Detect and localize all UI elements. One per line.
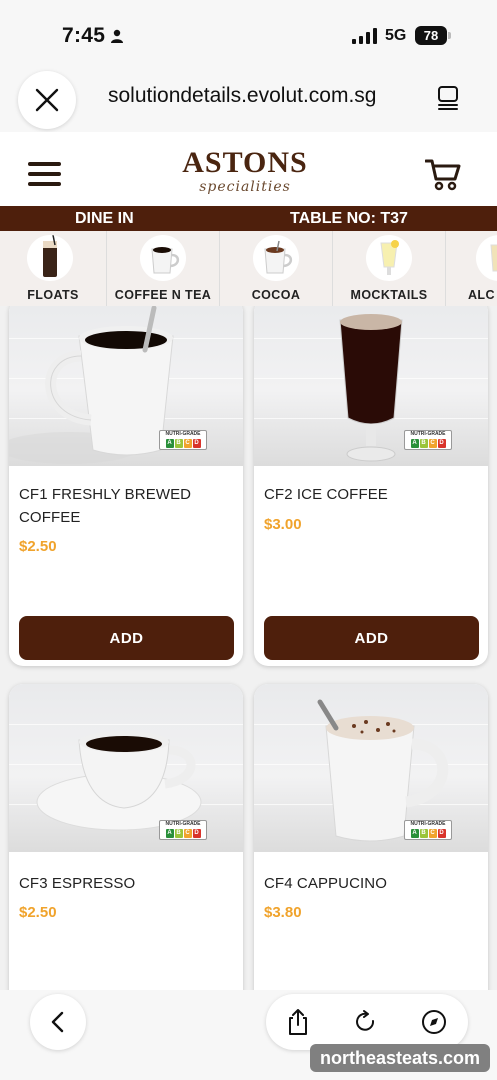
battery-level: 78 xyxy=(415,26,447,45)
browser-actions xyxy=(266,994,468,1050)
alcohol-image xyxy=(476,235,497,281)
nutri-grade-badge: NUTRI-GRADE A B C D xyxy=(159,820,207,840)
category-cocoa[interactable]: COCOA xyxy=(220,231,333,306)
reader-icon xyxy=(438,86,458,110)
nutri-grade-badge: NUTRI-GRADE A B C D xyxy=(159,430,207,450)
signal-icon xyxy=(352,28,377,44)
status-time: 7:45 xyxy=(62,24,106,47)
nutri-grade-badge: NUTRI-GRADE A B C D xyxy=(404,820,452,840)
product-name: CF2 ICE COFFEE xyxy=(264,486,388,503)
url-field[interactable]: solutiondetails.evolut.com.sg xyxy=(108,84,376,108)
product-grid: NUTRI-GRADE A B C D CF1 FRESHLY BREWED C… xyxy=(0,306,497,990)
reload-icon xyxy=(356,1010,375,1031)
product-price: $2.50 xyxy=(19,538,57,555)
close-icon xyxy=(35,88,59,112)
category-floats[interactable]: FLOATS xyxy=(0,231,107,306)
table-number: TABLE NO: T37 xyxy=(290,210,408,227)
site-header: ASTONS specialities xyxy=(0,132,497,206)
add-button-cf2[interactable]: ADD xyxy=(264,616,479,660)
nutri-grade-badge: NUTRI-GRADE A B C D xyxy=(404,430,452,450)
status-bar: 7:45 5G 78 xyxy=(0,0,497,66)
dine-mode: DINE IN xyxy=(75,210,134,227)
add-button-cf1[interactable]: ADD xyxy=(19,616,234,660)
product-card-cf2[interactable]: NUTRI-GRADE A B C D CF2 ICE COFFEE $3.00… xyxy=(254,306,488,666)
product-card-cf1[interactable]: NUTRI-GRADE A B C D CF1 FRESHLY BREWED C… xyxy=(9,306,243,666)
hamburger-menu-button[interactable] xyxy=(28,162,62,188)
battery-icon: 78 xyxy=(415,26,451,45)
share-button[interactable] xyxy=(284,1008,312,1036)
product-price: $3.80 xyxy=(264,904,302,921)
close-button[interactable] xyxy=(18,71,76,129)
network-type: 5G xyxy=(385,27,407,44)
dine-in-bar: DINE IN TABLE NO: T37 xyxy=(0,206,497,231)
mocktails-image xyxy=(366,235,412,281)
cocoa-image xyxy=(253,235,299,281)
back-button[interactable] xyxy=(30,994,86,1050)
category-alcohol[interactable]: ALC xyxy=(446,231,497,306)
product-card-cf3[interactable]: NUTRI-GRADE A B C D CF3 ESPRESSO $2.50 xyxy=(9,684,243,990)
product-image-cf1: NUTRI-GRADE A B C D xyxy=(9,306,243,466)
category-strip: FLOATS COFFEE N TEA COCOA MOCKTAILS ALC xyxy=(0,231,497,306)
reload-button[interactable] xyxy=(352,1008,380,1036)
product-image-cf3: NUTRI-GRADE A B C D xyxy=(9,684,243,852)
product-image-cf4: NUTRI-GRADE A B C D xyxy=(254,684,488,852)
product-name: CF3 ESPRESSO xyxy=(19,875,136,892)
chevron-left-icon xyxy=(51,1011,64,1033)
category-mocktails[interactable]: MOCKTAILS xyxy=(333,231,446,306)
browser-address-bar: solutiondetails.evolut.com.sg xyxy=(0,66,497,132)
watermark: northeasteats.com xyxy=(310,1044,490,1072)
safari-button[interactable] xyxy=(420,1008,448,1036)
category-coffee-n-tea[interactable]: COFFEE N TEA xyxy=(107,231,220,306)
share-icon xyxy=(289,1009,307,1035)
product-name: CF4 CAPPUCINO xyxy=(264,875,387,892)
product-name: CF1 FRESHLY BREWED COFFEE xyxy=(19,486,192,526)
coffee-n-tea-image xyxy=(140,235,186,281)
astons-logo: ASTONS specialities xyxy=(182,146,308,195)
reader-button[interactable] xyxy=(434,83,464,113)
browser-bottom-toolbar: northeasteats.com xyxy=(0,990,497,1080)
compass-icon xyxy=(422,1010,446,1034)
product-price: $2.50 xyxy=(19,904,57,921)
floats-image xyxy=(27,235,73,281)
product-image-cf2: NUTRI-GRADE A B C D xyxy=(254,306,488,466)
cart-icon[interactable] xyxy=(425,157,461,191)
product-card-cf4[interactable]: NUTRI-GRADE A B C D CF4 CAPPUCINO $3.80 xyxy=(254,684,488,990)
person-icon xyxy=(111,29,123,43)
product-price: $3.00 xyxy=(264,516,302,533)
